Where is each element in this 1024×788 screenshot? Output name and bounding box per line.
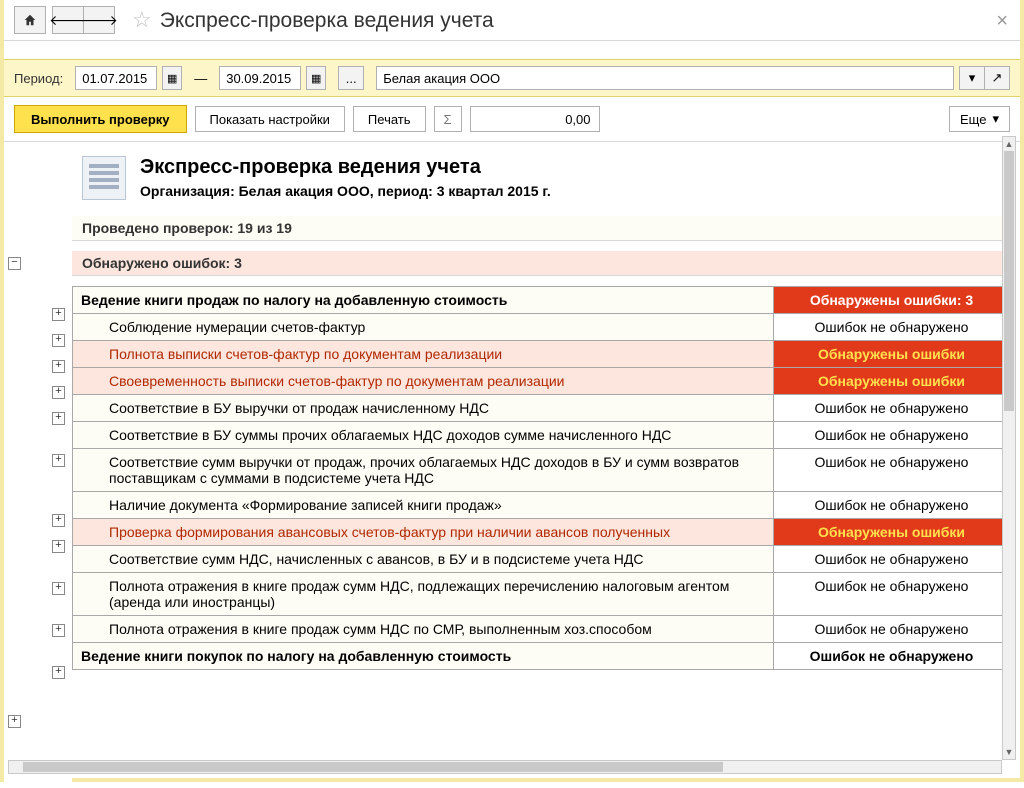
check-status: Ошибок не обнаружено <box>774 449 1010 492</box>
tree-expand-row[interactable]: + <box>52 582 65 595</box>
check-status: Ошибок не обнаружено <box>774 616 1010 643</box>
check-status: Ошибок не обнаружено <box>774 492 1010 519</box>
tree-expand-row[interactable]: + <box>52 386 65 399</box>
tree-expand-row[interactable]: + <box>52 624 65 637</box>
home-button[interactable] <box>14 6 46 34</box>
org-dropdown-button[interactable]: ▾ <box>959 66 985 90</box>
tree-expand-row[interactable]: + <box>52 334 65 347</box>
print-button[interactable]: Печать <box>353 106 426 132</box>
check-text: Своевременность выписки счетов-фактур по… <box>73 368 774 395</box>
period-label: Период: <box>14 71 63 86</box>
check-text: Полнота отражения в книге продаж сумм НД… <box>73 616 774 643</box>
horizontal-scrollbar[interactable] <box>8 760 1002 774</box>
check-status: Ошибок не обнаружено <box>774 546 1010 573</box>
section2-header: Ведение книги покупок по налогу на добав… <box>73 643 1010 670</box>
table-row: Соблюдение нумерации счетов-фактурОшибок… <box>73 314 1010 341</box>
table-row: Соответствие в БУ суммы прочих облагаемы… <box>73 422 1010 449</box>
section2-title: Ведение книги покупок по налогу на добав… <box>73 643 774 670</box>
section1-status: Обнаружены ошибки: 3 <box>774 287 1010 314</box>
tree-expand-row[interactable]: + <box>52 412 65 425</box>
table-row: Наличие документа «Формирование записей … <box>73 492 1010 519</box>
run-check-button[interactable]: Выполнить проверку <box>14 105 187 133</box>
show-settings-button[interactable]: Показать настройки <box>195 106 345 132</box>
section1-header: Ведение книги продаж по налогу на добавл… <box>73 287 1010 314</box>
checks-table: Ведение книги продаж по налогу на добавл… <box>72 286 1010 670</box>
check-text: Полнота отражения в книге продаж сумм НД… <box>73 573 774 616</box>
tree-expand-row[interactable]: + <box>52 514 65 527</box>
window-title: Экспресс-проверка ведения учета <box>160 7 494 33</box>
period-select-button[interactable]: ... <box>338 66 364 90</box>
sigma-button[interactable]: Σ <box>434 106 462 132</box>
calendar-to-button[interactable]: ▦ <box>306 66 326 90</box>
report-subtitle: Организация: Белая акация ООО, период: 3… <box>140 183 551 199</box>
tree-expand-row[interactable]: + <box>52 308 65 321</box>
table-row: Соответствие сумм выручки от продаж, про… <box>73 449 1010 492</box>
check-status: Ошибок не обнаружено <box>774 573 1010 616</box>
tree-expand-section2[interactable]: + <box>8 715 21 728</box>
period-toolbar: Период: 01.07.2015 ▦ — 30.09.2015 ▦ ... … <box>4 59 1020 97</box>
action-toolbar: Выполнить проверку Показать настройки Пе… <box>4 97 1020 142</box>
table-row: Своевременность выписки счетов-фактур по… <box>73 368 1010 395</box>
more-button[interactable]: Еще ▾ <box>949 106 1010 132</box>
favorite-icon[interactable]: ☆ <box>132 7 152 33</box>
tree-gutter: − + + + + + + + + + + + + <box>4 142 72 788</box>
table-row: Полнота выписки счетов-фактур по докумен… <box>73 341 1010 368</box>
check-status: Обнаружены ошибки <box>774 368 1010 395</box>
period-to-input[interactable]: 30.09.2015 <box>219 66 301 90</box>
table-row: Соответствие в БУ выручки от продаж начи… <box>73 395 1010 422</box>
check-text: Наличие документа «Формирование записей … <box>73 492 774 519</box>
check-text: Соответствие в БУ выручки от продаж начи… <box>73 395 774 422</box>
tree-expand-row[interactable]: + <box>52 540 65 553</box>
checks-done-row: Проведено проверок: 19 из 19 <box>72 216 1010 241</box>
tree-expand-row[interactable]: + <box>52 360 65 373</box>
tree-expand-row[interactable]: + <box>52 666 65 679</box>
check-text: Соответствие в БУ суммы прочих облагаемы… <box>73 422 774 449</box>
org-open-button[interactable]: ↗ <box>984 66 1010 90</box>
errors-found-row: Обнаружено ошибок: 3 <box>72 251 1010 276</box>
check-text: Проверка формирования авансовых счетов-ф… <box>73 519 774 546</box>
forward-button[interactable]: 🡒 <box>83 6 115 34</box>
check-status: Ошибок не обнаружено <box>774 422 1010 449</box>
sum-display: 0,00 <box>470 106 600 132</box>
check-text: Полнота выписки счетов-фактур по докумен… <box>73 341 774 368</box>
period-from-input[interactable]: 01.07.2015 <box>75 66 157 90</box>
check-text: Соблюдение нумерации счетов-фактур <box>73 314 774 341</box>
check-status: Ошибок не обнаружено <box>774 395 1010 422</box>
tree-collapse-root[interactable]: − <box>8 257 21 270</box>
table-row: Соответствие сумм НДС, начисленных с ава… <box>73 546 1010 573</box>
vertical-scrollbar[interactable]: ▲ ▼ <box>1002 136 1016 760</box>
document-icon <box>82 156 126 200</box>
report-body: Экспресс-проверка ведения учета Организа… <box>72 142 1020 788</box>
back-button[interactable]: 🡐 <box>52 6 84 34</box>
check-status: Ошибок не обнаружено <box>774 314 1010 341</box>
report-title: Экспресс-проверка ведения учета <box>140 156 551 179</box>
check-status: Обнаружены ошибки <box>774 519 1010 546</box>
check-text: Соответствие сумм выручки от продаж, про… <box>73 449 774 492</box>
check-status: Обнаружены ошибки <box>774 341 1010 368</box>
chevron-down-icon: ▾ <box>992 111 999 127</box>
organization-input[interactable]: Белая акация ООО <box>376 66 954 90</box>
tree-expand-row[interactable]: + <box>52 454 65 467</box>
table-row: Полнота отражения в книге продаж сумм НД… <box>73 616 1010 643</box>
header-bar: 🡐 🡒 ☆ Экспресс-проверка ведения учета × <box>4 0 1020 41</box>
section1-title: Ведение книги продаж по налогу на добавл… <box>73 287 774 314</box>
check-text: Соответствие сумм НДС, начисленных с ава… <box>73 546 774 573</box>
table-row: Проверка формирования авансовых счетов-ф… <box>73 519 1010 546</box>
section2-status: Ошибок не обнаружено <box>774 643 1010 670</box>
close-icon[interactable]: × <box>996 10 1008 33</box>
table-row: Полнота отражения в книге продаж сумм НД… <box>73 573 1010 616</box>
calendar-from-button[interactable]: ▦ <box>162 66 182 90</box>
